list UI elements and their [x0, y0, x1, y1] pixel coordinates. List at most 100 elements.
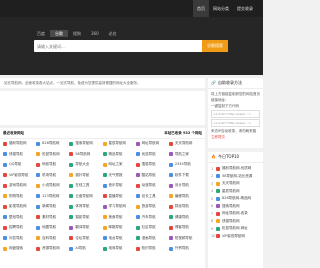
- site-link[interactable]: 摄影导航: [69, 215, 102, 220]
- site-link[interactable]: 松鼠导航网: [36, 152, 69, 157]
- site-link[interactable]: 优选导航: [135, 152, 169, 157]
- site-link[interactable]: 天气预报: [102, 173, 136, 178]
- site-link[interactable]: 在线工具: [69, 183, 102, 188]
- site-link[interactable]: 站长工具: [135, 194, 169, 199]
- site-link[interactable]: 素材导航: [36, 215, 69, 220]
- site-link[interactable]: 博客导航: [168, 225, 202, 230]
- site-link[interactable]: 快猫导航: [3, 152, 36, 157]
- site-link[interactable]: 星辰导航网: [102, 141, 136, 146]
- site-link[interactable]: 电台导航: [102, 236, 136, 241]
- nav-submit[interactable]: 提交收录: [233, 0, 257, 17]
- site-link[interactable]: 邮箱导航: [102, 225, 136, 230]
- site-link[interactable]: 58导航网: [69, 152, 102, 157]
- site-link[interactable]: 美食导航: [102, 215, 136, 220]
- site-link[interactable]: 编程导航: [168, 194, 202, 199]
- site-link[interactable]: 酷站导航: [135, 173, 169, 178]
- site-link[interactable]: 新闻导航: [36, 204, 69, 209]
- site-link[interactable]: 福利导航网: [3, 141, 36, 146]
- search-tab-baidu[interactable]: 百度: [32, 30, 50, 37]
- site-link[interactable]: VIP影视导航: [3, 173, 36, 178]
- site-link[interactable]: 问答导航: [3, 236, 36, 241]
- site-link[interactable]: 猫扑导航: [69, 173, 102, 178]
- search-tab-google[interactable]: 谷歌: [50, 30, 68, 37]
- site-link[interactable]: 招聘导航: [3, 225, 36, 230]
- site-link[interactable]: 资源导航网: [36, 246, 69, 251]
- search-tab-sogou[interactable]: 搜狗: [68, 30, 86, 37]
- top10-item[interactable]: 4 星辰导航网: [211, 188, 260, 196]
- code-field-1[interactable]: <a href="http://www...">: [211, 110, 260, 118]
- site-link[interactable]: 游戏导航网: [3, 183, 36, 188]
- site-link[interactable]: 影视导航网: [3, 204, 36, 209]
- nav-home[interactable]: 首页: [193, 0, 209, 17]
- site-favicon-icon: [36, 162, 41, 167]
- site-link[interactable]: 网址之家: [102, 162, 136, 167]
- submit-now-button[interactable]: 立即提交: [211, 134, 260, 140]
- site-link[interactable]: 学习导航网: [102, 204, 136, 209]
- site-link[interactable]: 地图导航: [36, 225, 69, 230]
- top10-item[interactable]: 9 松鼠导航网-网址: [211, 225, 260, 233]
- top10-item[interactable]: 7 网址导航网-收录: [211, 210, 260, 218]
- site-link[interactable]: 财经导航: [168, 204, 202, 209]
- site-favicon-icon: [3, 162, 7, 167]
- search-tab-bing[interactable]: 必应: [104, 30, 122, 37]
- site-link[interactable]: 健康导航: [168, 215, 202, 220]
- site-link[interactable]: 设计导航: [168, 183, 202, 188]
- top10-item[interactable]: 10 VIP影视导航网: [211, 233, 260, 241]
- site-link[interactable]: 知识导航: [135, 246, 169, 251]
- site-link[interactable]: 网盘搜索: [3, 246, 36, 251]
- site-link[interactable]: 机场导航: [36, 173, 69, 178]
- site-link[interactable]: 直播导航: [102, 194, 136, 199]
- site-favicon-icon: [135, 141, 140, 146]
- top10-item[interactable]: 1 福利导航网-优质网: [211, 165, 260, 173]
- site-link[interactable]: 电商导航: [102, 246, 136, 251]
- recent-sites-header: 最近收录网站 本站已收录 932 个网站: [0, 128, 205, 139]
- site-link[interactable]: 旅游导航: [135, 204, 169, 209]
- site-link[interactable]: AI导航: [69, 246, 102, 251]
- site-link[interactable]: QQ导航: [3, 162, 36, 167]
- site-link[interactable]: 小说导航网: [36, 183, 69, 188]
- site-link[interactable]: 导航之家: [168, 152, 202, 157]
- site-link[interactable]: 外贸导航: [168, 246, 202, 251]
- top10-item-name: 826导航网-精品网: [222, 196, 251, 201]
- site-link[interactable]: 搜狐导航: [135, 162, 169, 167]
- site-link[interactable]: 购物导航: [3, 194, 36, 199]
- site-link[interactable]: 蚂蚁导航: [36, 162, 69, 167]
- top10-item[interactable]: 3 天天导航网: [211, 180, 260, 188]
- site-link[interactable]: 导航大全: [69, 162, 102, 167]
- code-field-2[interactable]: <a href="http://www...">: [211, 119, 260, 127]
- site-link[interactable]: 百科导航: [36, 236, 69, 241]
- search-tab-360[interactable]: 360: [86, 30, 104, 37]
- site-link[interactable]: 2345导航: [168, 162, 202, 167]
- top10-item[interactable]: 2 58导航网-站长资源: [211, 173, 260, 181]
- site-name: 邮箱导航: [108, 225, 123, 229]
- site-link[interactable]: 云盘导航网: [69, 194, 102, 199]
- site-link[interactable]: 软件下载: [168, 173, 202, 178]
- site-link[interactable]: 天天导航网: [168, 141, 202, 146]
- site-favicon-icon: [168, 162, 173, 167]
- top10-item[interactable]: 6 搜索导航网: [211, 203, 260, 211]
- site-link[interactable]: 体育导航: [69, 204, 102, 209]
- site-link[interactable]: 网址导航网: [135, 141, 169, 146]
- site-favicon-icon: [36, 204, 41, 209]
- site-favicon-icon: [135, 162, 140, 167]
- site-link[interactable]: 翻译导航: [69, 225, 102, 230]
- site-link[interactable]: 漫画导航: [135, 236, 169, 241]
- site-link[interactable]: 壁纸导航: [3, 215, 36, 220]
- site-link[interactable]: 音乐导航: [102, 183, 136, 188]
- site-link[interactable]: 826导航网: [36, 141, 69, 146]
- site-link[interactable]: 社区导航: [135, 225, 169, 230]
- site-link[interactable]: 搜索导航网: [69, 141, 102, 146]
- top10-item[interactable]: 5 826导航网-精品网: [211, 195, 260, 203]
- site-favicon-icon: [69, 173, 74, 177]
- site-link[interactable]: 短视频导航: [168, 236, 202, 241]
- site-link[interactable]: 动漫导航: [135, 183, 169, 188]
- nav-categories[interactable]: 网站分类: [209, 0, 233, 17]
- site-link[interactable]: 汽车导航: [135, 215, 169, 220]
- search-input[interactable]: [34, 40, 200, 52]
- site-link[interactable]: 123导航网: [36, 194, 69, 199]
- site-link[interactable]: 论坛导航: [69, 236, 102, 241]
- site-link[interactable]: 精品导航: [102, 152, 136, 157]
- rank-number: 3: [211, 181, 214, 186]
- top10-item[interactable]: 8 快猫导航网: [211, 218, 260, 226]
- search-button[interactable]: 谷歌搜索: [202, 40, 228, 52]
